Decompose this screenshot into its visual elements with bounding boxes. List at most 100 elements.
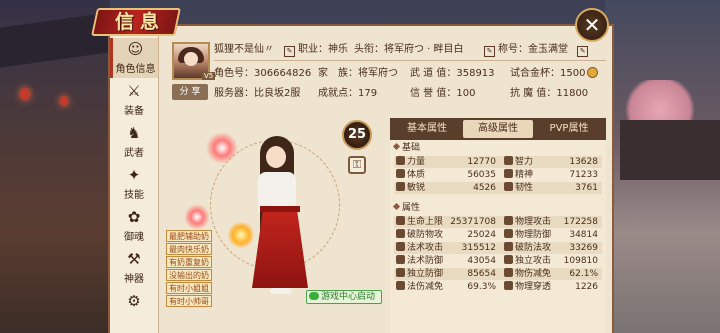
force-value: 武 道 值：358913	[410, 68, 495, 79]
character-belt	[260, 206, 300, 212]
attr-label: 韧性	[515, 183, 534, 193]
tab-label: 技能	[124, 190, 144, 201]
attr-name: 力量	[396, 156, 425, 168]
attr-label: 敏锐	[407, 183, 426, 193]
tag-item: 有时小姐姐	[166, 282, 212, 294]
family: 家 族：将军府つ	[318, 68, 398, 79]
tab-settings[interactable]: ⚙	[110, 290, 158, 330]
attr-label: 智力	[515, 157, 534, 167]
server: 服务器：比良坂2服	[214, 88, 301, 99]
demon-resist: 抗 魔 值：11800	[510, 88, 589, 99]
reputation: 信 誉 值：100	[410, 88, 476, 99]
constitution-icon	[396, 169, 405, 178]
badge-text: 称号：金玉满堂	[498, 44, 568, 55]
divider	[214, 60, 606, 61]
diamond-icon	[392, 202, 401, 211]
tab-basic-attributes[interactable]: 基本属性	[392, 120, 462, 138]
tab-equipment[interactable]: ⚔ 装备	[110, 80, 158, 120]
avatar[interactable]: V5	[172, 42, 216, 80]
skill-icon: ✦	[127, 166, 141, 184]
tab-label: 角色信息	[115, 64, 156, 75]
attr-name: 韧性	[504, 182, 533, 194]
attr-name: 智力	[504, 156, 533, 168]
attr-value: 62.1%	[569, 269, 598, 279]
toughness-icon	[504, 182, 513, 191]
gold-test: 试合金杯：1500	[510, 66, 599, 82]
attr-row: 破防物攻 25024 物理防御 34814	[394, 229, 602, 241]
achievement: 成就点：179	[318, 88, 378, 99]
attr-label: 体质	[407, 170, 426, 180]
tab-pvp-attributes[interactable]: PVP属性	[534, 120, 604, 138]
game-center-label: 游戏中心启动	[321, 292, 376, 302]
tab-warrior[interactable]: ♞ 武者	[110, 122, 158, 162]
attr-value: 25371708	[450, 217, 496, 227]
title-field: 头衔：将军府つ · 畔目白	[354, 42, 464, 58]
fire-orb	[228, 222, 254, 248]
attr-value: 43054	[467, 256, 496, 266]
magic-break-icon	[504, 242, 513, 251]
job-field[interactable]: ✎ 职业：神乐	[284, 42, 348, 58]
attribute-list[interactable]: 基础 力量 12770 智力 13628 体质 56035 精神 71233 敏…	[390, 140, 606, 333]
attr-value: 12770	[467, 157, 496, 167]
attr-name: 体质	[396, 169, 425, 181]
warrior-icon: ♞	[127, 124, 141, 142]
attr-row: 体质 56035 精神 71233	[394, 169, 602, 181]
attr-value: 25024	[467, 230, 496, 240]
player-name-text: 狐狸不是仙〃	[214, 44, 274, 55]
edit-icon[interactable]: ✎	[577, 46, 589, 57]
window-title: 信息	[114, 11, 165, 33]
avatar-face	[184, 52, 198, 66]
attr-row: 法伤减免 69.3% 物理穿透 1226	[394, 281, 602, 293]
tag-item: 没输出的奶	[166, 269, 212, 281]
strength-icon	[396, 156, 405, 165]
glow-orb	[184, 204, 210, 230]
attr-value: 71233	[569, 170, 598, 180]
attr-row: 法术防御 43054 独立攻击 109810	[394, 255, 602, 267]
glow-orb	[206, 132, 238, 164]
tag-item: 有时小帅哥	[166, 295, 212, 307]
tab-label: 装备	[124, 106, 144, 117]
lantern-icon	[20, 88, 30, 100]
section-title-basic: 基础	[392, 142, 421, 154]
tag-list: 最肥辅助奶 最肉快乐奶 有奶重复奶 没输出的奶 有时小姐姐 有时小帅哥	[166, 230, 212, 308]
tab-advanced-attributes[interactable]: 高级属性	[463, 120, 533, 138]
attr-row: 力量 12770 智力 13628	[394, 156, 602, 168]
attr-value: 85654	[467, 269, 496, 279]
game-center-button[interactable]: 游戏中心启动	[306, 290, 382, 304]
physical-reduction-icon	[504, 268, 513, 277]
attr-row: 独立防御 85654 物伤减免 62.1%	[394, 268, 602, 280]
attr-value: 69.3%	[467, 282, 496, 292]
close-button[interactable]: ✕	[575, 8, 609, 42]
diamond-icon	[392, 142, 401, 151]
tab-skills[interactable]: ✦ 技能	[110, 164, 158, 204]
penetration-icon	[504, 281, 513, 290]
tab-artifact[interactable]: ⚒ 神器	[110, 248, 158, 288]
tag-item: 有奶重复奶	[166, 256, 212, 268]
edit-icon: ✎	[284, 46, 295, 57]
background-building	[620, 120, 720, 180]
tag-item: 最肥辅助奶	[166, 230, 212, 242]
intellect-icon	[504, 156, 513, 165]
badge-field[interactable]: ✎ 称号：金玉满堂 ✎	[484, 42, 591, 58]
level-badge: 25	[342, 120, 372, 150]
tab-character-info[interactable]: ☺ 角色信息	[110, 38, 158, 78]
attr-label: 精神	[515, 170, 534, 180]
magic-reduction-icon	[396, 281, 405, 290]
tab-soul[interactable]: ✿ 御魂	[110, 206, 158, 246]
attr-value: 33269	[569, 243, 598, 253]
agility-icon	[396, 182, 405, 191]
attr-name: 敏锐	[396, 182, 425, 194]
spirit-icon	[504, 169, 513, 178]
wechat-icon	[309, 292, 319, 300]
attr-value: 1226	[575, 282, 598, 292]
section-label: 基础	[402, 143, 421, 153]
physical-attack-icon	[504, 216, 513, 225]
tab-label: 神器	[124, 274, 144, 285]
attr-row: 法术攻击 315512 破防法攻 33269	[394, 242, 602, 254]
share-button[interactable]: 分 享	[172, 84, 208, 100]
character-face	[266, 146, 286, 168]
lock-icon[interactable]: ⚿	[348, 156, 366, 174]
section-title-attribute: 属性	[392, 202, 420, 214]
attr-value: 109810	[563, 256, 598, 266]
attr-row: 敏锐 4526 韧性 3761	[394, 182, 602, 194]
